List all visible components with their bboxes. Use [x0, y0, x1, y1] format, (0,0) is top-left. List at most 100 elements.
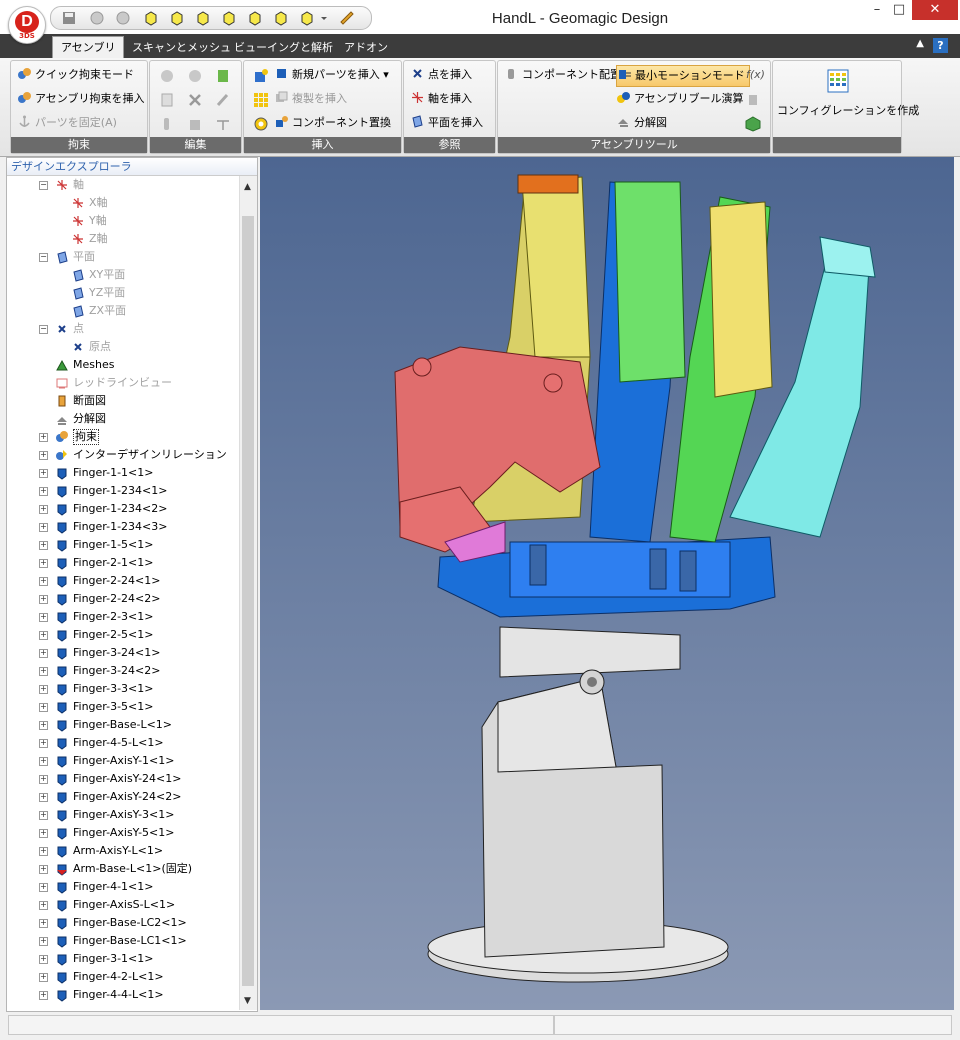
expand-icon[interactable]: + — [39, 559, 48, 568]
expand-icon[interactable]: + — [39, 595, 48, 604]
palette-icon[interactable] — [186, 115, 204, 133]
measure-ruler-icon[interactable] — [339, 10, 355, 26]
hand-icon[interactable] — [158, 115, 176, 133]
insert-assembly-constraint-button[interactable]: アセンブリ拘束を挿入 — [17, 89, 144, 109]
tree-item[interactable]: + Finger-AxisY-24<2> — [7, 788, 237, 806]
tree-item[interactable]: + Finger-3-24<1> — [7, 644, 237, 662]
fx-button[interactable]: f(x) — [746, 65, 765, 85]
collapse-icon[interactable]: − — [39, 253, 48, 262]
expand-icon[interactable]: + — [39, 505, 48, 514]
tree-item[interactable]: + Finger-AxisY-1<1> — [7, 752, 237, 770]
insert-plane-button[interactable]: 平面を挿入 — [410, 113, 483, 133]
tree-item[interactable]: + Finger-2-24<2> — [7, 590, 237, 608]
tree-item[interactable]: + Finger-3-5<1> — [7, 698, 237, 716]
edit-paste-icon[interactable] — [214, 67, 232, 85]
tree-item[interactable]: + Finger-3-1<1> — [7, 950, 237, 968]
expand-icon[interactable]: + — [39, 649, 48, 658]
tree-item[interactable]: + Finger-AxisY-3<1> — [7, 806, 237, 824]
tree-item[interactable]: + Arm-Base-L<1>(固定) — [7, 860, 237, 878]
tree-item[interactable]: Y軸 — [7, 212, 237, 230]
insert-axis-button[interactable]: 軸を挿入 — [410, 89, 472, 109]
tree-item[interactable]: + Finger-1-234<1> — [7, 482, 237, 500]
tree-item[interactable]: − 軸 — [7, 176, 237, 194]
insert-new-part-button[interactable]: 新規パーツを挿入 ▾ — [274, 65, 389, 85]
tab-assembly[interactable]: アセンブリ — [52, 36, 125, 58]
view-cube-left-icon[interactable] — [221, 10, 237, 26]
save-icon[interactable] — [61, 10, 77, 26]
expand-icon[interactable]: + — [39, 793, 48, 802]
undo-icon[interactable] — [89, 10, 105, 26]
edit-tool-icon[interactable] — [214, 91, 232, 109]
view-cube-top-icon[interactable] — [169, 10, 185, 26]
close-button[interactable]: ✕ — [912, 0, 958, 20]
assembly-boolean-button[interactable]: アセンブリブール演算 — [616, 89, 743, 109]
edit-circle-icon-1[interactable] — [158, 67, 176, 85]
properties-icon[interactable] — [158, 91, 176, 109]
scroll-down-arrow-icon[interactable]: ▼ — [244, 996, 251, 1006]
create-configuration-button[interactable]: コンフィグレーションを作成 — [777, 101, 919, 121]
delete-icon[interactable] — [186, 91, 204, 109]
tree-item[interactable]: X軸 — [7, 194, 237, 212]
expand-icon[interactable]: + — [39, 991, 48, 1000]
expand-icon[interactable]: + — [39, 685, 48, 694]
tree-item[interactable]: + Finger-AxisS-L<1> — [7, 896, 237, 914]
explorer-scrollbar[interactable]: ▲ ▼ — [239, 176, 257, 1010]
expand-icon[interactable]: + — [39, 523, 48, 532]
tree-item[interactable]: + Finger-2-1<1> — [7, 554, 237, 572]
gear-icon[interactable] — [252, 115, 270, 133]
view-cube-back-icon[interactable] — [247, 10, 263, 26]
expand-icon[interactable]: + — [39, 775, 48, 784]
app-logo-button[interactable]: D 3DS — [8, 6, 46, 44]
view-cube-front-icon[interactable] — [143, 10, 159, 26]
tree-item[interactable]: + Finger-1-234<3> — [7, 518, 237, 536]
expand-icon[interactable]: + — [39, 919, 48, 928]
tree-item[interactable]: 断面図 — [7, 392, 237, 410]
tree-item[interactable]: YZ平面 — [7, 284, 237, 302]
edit-circle-icon-2[interactable] — [186, 67, 204, 85]
view-cube-iso-icon[interactable] — [299, 10, 315, 26]
tree-item[interactable]: + Finger-1-5<1> — [7, 536, 237, 554]
tree-item[interactable]: + Finger-Base-LC2<1> — [7, 914, 237, 932]
tree-item[interactable]: レッドラインビュー — [7, 374, 237, 392]
expand-icon[interactable]: + — [39, 937, 48, 946]
tree-item[interactable]: Meshes — [7, 356, 237, 374]
tree-item[interactable]: + Finger-4-2-L<1> — [7, 968, 237, 986]
tree-item[interactable]: + Finger-2-3<1> — [7, 608, 237, 626]
expand-icon[interactable]: + — [39, 433, 48, 442]
interference-check-icon[interactable] — [744, 115, 762, 133]
expand-icon[interactable]: + — [39, 469, 48, 478]
fix-part-button[interactable]: パーツを固定(A) — [17, 113, 117, 133]
tree-item[interactable]: + Finger-2-24<1> — [7, 572, 237, 590]
robot-hand-model[interactable] — [260, 157, 954, 1010]
tree-item[interactable]: + Finger-AxisY-24<1> — [7, 770, 237, 788]
tree-item[interactable]: + Finger-3-3<1> — [7, 680, 237, 698]
tree-item[interactable]: + Finger-1-234<2> — [7, 500, 237, 518]
expand-icon[interactable]: + — [39, 631, 48, 640]
expand-icon[interactable]: + — [39, 883, 48, 892]
component-placement-button[interactable]: コンポーネント配置 — [504, 65, 621, 85]
view-cube-bottom-icon[interactable] — [273, 10, 289, 26]
expand-icon[interactable]: + — [39, 739, 48, 748]
tree-item[interactable]: − 点 — [7, 320, 237, 338]
expand-icon[interactable]: + — [39, 901, 48, 910]
help-icon[interactable]: ? — [933, 38, 948, 53]
expand-icon[interactable]: + — [39, 955, 48, 964]
tree-item[interactable]: + Arm-AxisY-L<1> — [7, 842, 237, 860]
tree-item[interactable]: + Finger-Base-L<1> — [7, 716, 237, 734]
tree-item[interactable]: + Finger-4-5-L<1> — [7, 734, 237, 752]
maximize-button[interactable]: □ — [882, 0, 916, 20]
tree-item[interactable]: + Finger-Base-LC1<1> — [7, 932, 237, 950]
expand-icon[interactable]: + — [39, 703, 48, 712]
qat-dropdown-icon[interactable] — [319, 10, 329, 26]
collapse-icon[interactable]: − — [39, 181, 48, 190]
tree-item[interactable]: + Finger-AxisY-5<1> — [7, 824, 237, 842]
tree-item[interactable]: 分解図 — [7, 410, 237, 428]
tree-item[interactable]: + Finger-1-1<1> — [7, 464, 237, 482]
ribbon-collapse-icon[interactable]: ▲ — [916, 38, 924, 49]
expand-icon[interactable]: + — [39, 613, 48, 622]
view-cube-right-icon[interactable] — [195, 10, 211, 26]
tree-item[interactable]: ZX平面 — [7, 302, 237, 320]
tree-item[interactable]: + 拘束 — [7, 428, 237, 446]
split-icon[interactable] — [214, 115, 232, 133]
expand-icon[interactable]: + — [39, 451, 48, 460]
